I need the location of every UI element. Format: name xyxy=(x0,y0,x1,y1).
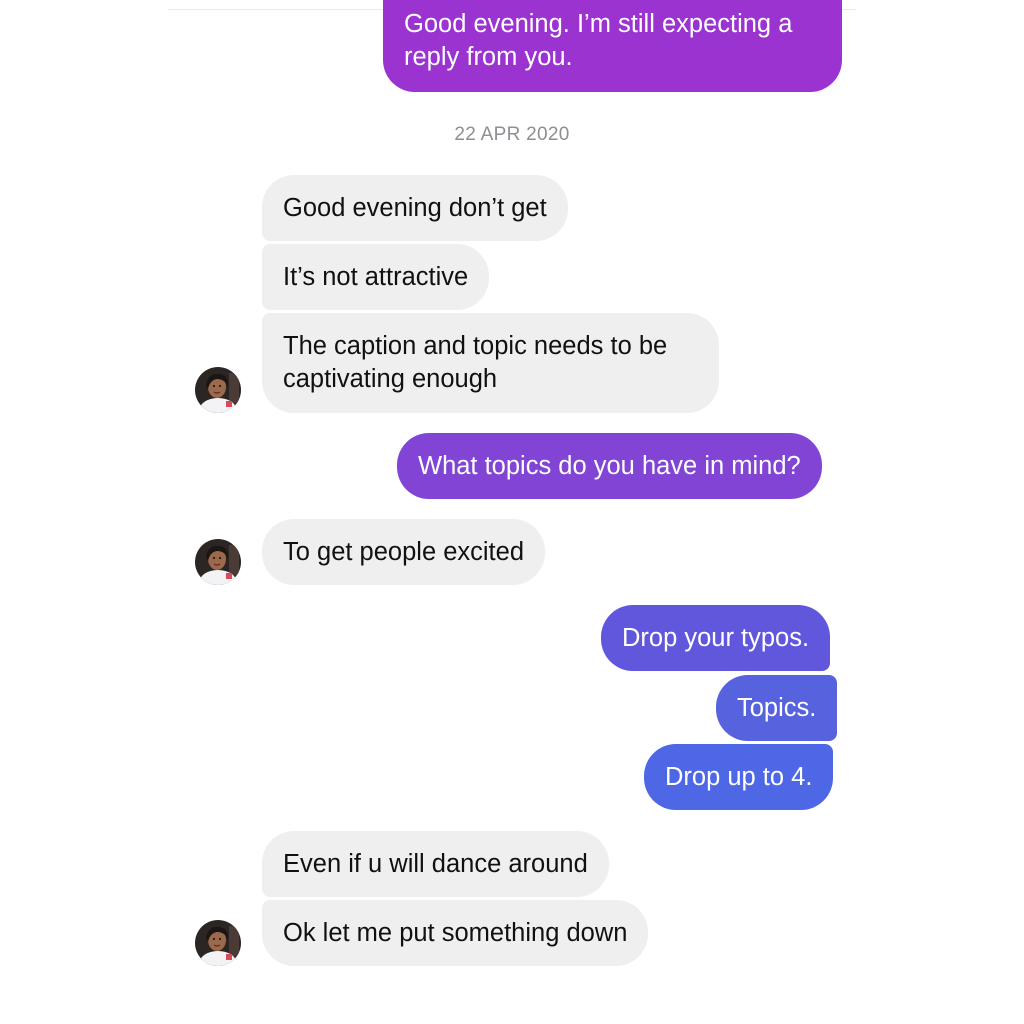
sender-avatar[interactable] xyxy=(195,920,241,966)
message-bubble-incoming[interactable]: To get people excited xyxy=(262,519,546,585)
message-text: What topics do you have in mind? xyxy=(418,452,801,480)
message-text: Drop up to 4. xyxy=(665,763,813,791)
message-text-line: captivating enough xyxy=(283,365,498,393)
message-text: Even if u will dance around xyxy=(283,850,588,878)
message-bubble-outgoing[interactable]: What topics do you have in mind? xyxy=(397,433,822,499)
message-text-line: The caption and topic needs to be xyxy=(283,332,668,360)
message-bubble-outgoing[interactable]: Drop up to 4. xyxy=(644,744,834,810)
message-text-line: reply from you. xyxy=(404,43,573,71)
message-text: Drop your typos. xyxy=(622,624,810,652)
sender-avatar[interactable] xyxy=(195,367,241,413)
message-bubble-incoming[interactable]: Even if u will dance around xyxy=(262,831,609,897)
avatar-photo-icon xyxy=(195,539,241,585)
message-bubble-incoming[interactable]: It’s not attractive xyxy=(262,244,490,310)
message-text-line: Good evening. I’m still expecting a xyxy=(404,10,793,38)
message-bubble-incoming[interactable]: Good evening don’t get xyxy=(262,175,568,241)
message-bubble-incoming[interactable]: Ok let me put something down xyxy=(262,900,649,966)
message-text: To get people excited xyxy=(283,538,525,566)
date-separator: 22 APR 2020 xyxy=(454,124,570,145)
message-text: Topics. xyxy=(737,694,817,722)
message-bubble-outgoing[interactable]: Good evening. I’m still expecting a repl… xyxy=(383,0,842,92)
message-text: Ok let me put something down xyxy=(283,919,628,947)
avatar-photo-icon xyxy=(195,920,241,966)
message-text: It’s not attractive xyxy=(283,263,469,291)
message-bubble-incoming[interactable]: The caption and topic needs to be captiv… xyxy=(262,313,719,413)
message-text: Good evening don’t get xyxy=(283,194,547,222)
message-bubble-outgoing[interactable]: Drop your typos. xyxy=(601,605,831,671)
message-bubble-outgoing[interactable]: Topics. xyxy=(716,675,838,741)
avatar-photo-icon xyxy=(195,367,241,413)
sender-avatar[interactable] xyxy=(195,539,241,585)
